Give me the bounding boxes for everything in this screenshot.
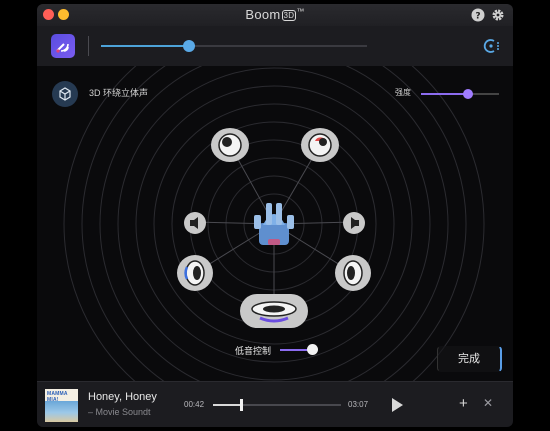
speaker-rear-right[interactable] — [335, 255, 371, 291]
speaker-icon — [184, 260, 205, 286]
subwoofer-icon — [251, 301, 297, 323]
speaker-icon — [351, 217, 359, 229]
volume-slider-fill — [101, 45, 189, 47]
volume-slider-knob[interactable] — [182, 40, 195, 52]
strength-label: 强度 — [395, 88, 411, 97]
bass-control-label: 低音控制 — [235, 346, 272, 356]
speaker-side-right[interactable] — [343, 212, 365, 234]
cube-icon — [59, 87, 71, 101]
playback-progress-slider[interactable] — [213, 399, 341, 411]
output-device-icon[interactable] — [483, 37, 501, 55]
strength-slider-fill — [421, 93, 468, 95]
svg-text:?: ? — [475, 12, 480, 22]
help-icon[interactable]: ? — [471, 8, 485, 22]
speaker-rear-left[interactable] — [177, 255, 213, 291]
gear-icon[interactable] — [491, 8, 505, 22]
speaker-icon — [343, 260, 363, 286]
volume-slider[interactable] — [101, 40, 367, 52]
toolbar — [37, 26, 513, 67]
close-icon[interactable]: ✕ — [483, 396, 493, 410]
speaker-front-right[interactable] — [301, 128, 339, 162]
progress-knob[interactable] — [240, 399, 244, 411]
now-playing-bar: MAMMA MIA! Honey, Honey – Movie Soundtra… — [37, 381, 513, 427]
window-title: Boom 3D ™ — [37, 7, 513, 22]
surround-3d-button[interactable] — [52, 81, 78, 107]
progress-fill — [213, 404, 242, 406]
window-title-badge: 3D — [281, 10, 297, 21]
album-art[interactable]: MAMMA MIA! — [45, 389, 78, 422]
boom-window: Boom 3D ™ ? 3D 环绕立体声 强度 低音控制 完成 MAMMA MI… — [37, 4, 513, 427]
strength-slider[interactable] — [421, 89, 499, 99]
surround-label: 3D 环绕立体声 — [89, 88, 149, 98]
album-subtitle: – Movie Soundtrack — [88, 407, 151, 417]
speaker-icon — [218, 133, 242, 157]
speaker-icon — [308, 133, 332, 157]
speaker-side-left[interactable] — [184, 212, 206, 234]
title-bar: Boom 3D ™ ? — [37, 4, 513, 26]
strength-slider-knob[interactable] — [462, 89, 473, 99]
speaker-icon — [190, 217, 198, 229]
app-logo-icon[interactable] — [51, 34, 75, 58]
album-art-photo — [45, 401, 78, 422]
song-title: Honey, Honey — [88, 391, 157, 403]
bass-slider[interactable] — [280, 344, 319, 355]
speaker-front-left[interactable] — [211, 128, 249, 162]
done-button[interactable]: 完成 — [437, 346, 502, 372]
play-icon[interactable] — [390, 397, 404, 413]
surround-stage: 3D 环绕立体声 强度 低音控制 完成 — [37, 66, 513, 381]
subwoofer-speaker[interactable] — [240, 294, 308, 328]
head-icon — [254, 203, 294, 245]
window-title-text: Boom — [245, 7, 281, 22]
time-current: 00:42 — [184, 400, 205, 409]
add-icon[interactable]: + — [459, 395, 468, 412]
time-total: 03:07 — [348, 400, 369, 409]
window-title-mark: ™ — [296, 7, 305, 16]
toolbar-divider — [88, 36, 89, 56]
